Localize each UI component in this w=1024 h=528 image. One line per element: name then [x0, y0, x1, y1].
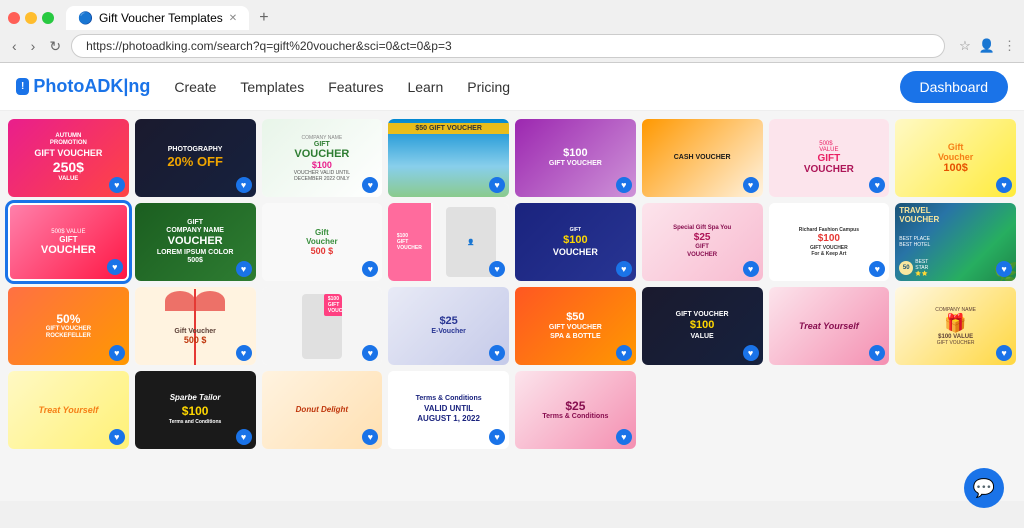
favorite-btn-6[interactable]: ♥ [743, 177, 759, 193]
address-bar-row: ‹ › ↻ https://photoadking.com/search?q=g… [0, 30, 1024, 62]
favorite-btn-gift-gold[interactable]: ♥ [996, 345, 1012, 361]
browser-toolbar-icons: ☆ 👤 ⋮ [959, 38, 1016, 54]
account-icon[interactable]: 👤 [979, 38, 995, 54]
voucher-card-14[interactable]: Special Gift Spa You$25GIFTVOUCHER ♥ [642, 203, 763, 281]
nav-features[interactable]: Features [328, 79, 383, 95]
favorite-btn-4[interactable]: ♥ [489, 177, 505, 193]
nav-create[interactable]: Create [174, 79, 216, 95]
favorite-btn-21[interactable]: ♥ [616, 345, 632, 361]
voucher-card-9[interactable]: 500$ VALUE GIFT VOUCHER ♥ [8, 203, 129, 281]
voucher-card-valid[interactable]: Terms & ConditionsVALID UNTILAUGUST 1, 2… [388, 371, 509, 449]
new-tab-button[interactable]: + [253, 9, 274, 27]
voucher-card-12[interactable]: $100GIFTVOUCHER 👤 ♥ [388, 203, 509, 281]
favorite-btn-8[interactable]: ♥ [996, 177, 1012, 193]
active-tab[interactable]: 🔵 Gift Voucher Templates ✕ [66, 6, 249, 30]
favorite-btn-10[interactable]: ♥ [236, 261, 252, 277]
favorite-btn-tailor[interactable]: ♥ [236, 429, 252, 445]
tab-close-icon[interactable]: ✕ [229, 13, 237, 24]
voucher-card-20[interactable]: $25E-Voucher ♥ [388, 287, 509, 365]
url-text: https://photoadking.com/search?q=gift%20… [86, 39, 452, 53]
voucher-card-18[interactable]: Gift Voucher 500 $ ♥ [135, 287, 256, 365]
favorite-btn-5[interactable]: ♥ [616, 177, 632, 193]
voucher-card-donut[interactable]: Donut Delight ♥ [262, 371, 383, 449]
nav-learn[interactable]: Learn [407, 79, 443, 95]
voucher-card-treat[interactable]: Treat Yourself ♥ [8, 371, 129, 449]
voucher-card-23[interactable]: Treat Yourself ♥ [769, 287, 890, 365]
favorite-btn-14[interactable]: ♥ [743, 261, 759, 277]
nav-pricing[interactable]: Pricing [467, 79, 510, 95]
favorite-btn-12[interactable]: ♥ [489, 261, 505, 277]
favorite-btn-1[interactable]: ♥ [109, 177, 125, 193]
favorite-btn-22[interactable]: ♥ [743, 345, 759, 361]
voucher-card-2[interactable]: PHOTOGRAPHY20% OFF ♥ [135, 119, 256, 197]
voucher-card-7[interactable]: 500$VALUE GIFT VOUCHER ♥ [769, 119, 890, 197]
voucher-card-6[interactable]: CASH VOUCHER ♥ [642, 119, 763, 197]
favorite-btn-valid[interactable]: ♥ [489, 429, 505, 445]
favorite-btn-25dollar[interactable]: ♥ [616, 429, 632, 445]
menu-icon[interactable]: ⋮ [1003, 38, 1016, 54]
voucher-card-travel[interactable]: TRAVELVOUCHER BEST PLACEBEST HOTEL 50 BE… [895, 203, 1016, 281]
nav-links: Create Templates Features Learn Pricing [174, 79, 510, 95]
tab-bar: 🔵 Gift Voucher Templates ✕ + [0, 0, 1024, 30]
logo-text: PhotoADK|ng [33, 76, 150, 97]
voucher-card-22[interactable]: GIFT VOUCHER$100VALUE ♥ [642, 287, 763, 365]
voucher-card-gift-gold[interactable]: COMPANY NAME 🎁 $100 VALUE GIFT VOUCHER ♥ [895, 287, 1016, 365]
bookmark-icon[interactable]: ☆ [959, 38, 971, 54]
window-controls [8, 12, 54, 24]
voucher-card-15[interactable]: Richard Fashion Campus$100GIFT VOUCHERFo… [769, 203, 890, 281]
main-content: AUTUMNPROMOTIONGIFT VOUCHER250$VALUE ♥ P… [0, 111, 1024, 501]
close-window-btn[interactable] [8, 12, 20, 24]
favorite-btn-18[interactable]: ♥ [236, 345, 252, 361]
voucher-card-5[interactable]: $100GIFT VOUCHER ♥ [515, 119, 636, 197]
reload-button[interactable]: ↻ [45, 36, 65, 57]
browser-chrome: 🔵 Gift Voucher Templates ✕ + ‹ › ↻ https… [0, 0, 1024, 63]
voucher-card-25dollar[interactable]: $25Terms & Conditions ♥ [515, 371, 636, 449]
voucher-card-17[interactable]: 50%GIFT VOUCHERROCKEFELLER ♥ [8, 287, 129, 365]
logo: ! PhotoADK|ng [16, 76, 150, 97]
chat-button[interactable]: 💬 [964, 468, 1004, 508]
favorite-btn-13[interactable]: ♥ [616, 261, 632, 277]
tab-favicon-icon: 🔵 [78, 11, 93, 25]
voucher-card-3[interactable]: COMPANY NAME GIFT VOUCHER $100 VOUCHER V… [262, 119, 383, 197]
voucher-card-11[interactable]: Gift Voucher 500 $ ♥ [262, 203, 383, 281]
tab-title: Gift Voucher Templates [99, 11, 223, 25]
logo-icon: ! [16, 78, 29, 95]
favorite-btn-17[interactable]: ♥ [109, 345, 125, 361]
voucher-card-tailor[interactable]: Sparbe Tailor$100Terms and Conditions ♥ [135, 371, 256, 449]
voucher-card-21[interactable]: $50GIFT VOUCHERSPA & BOTTLE ♥ [515, 287, 636, 365]
nav-templates[interactable]: Templates [240, 79, 304, 95]
minimize-window-btn[interactable] [25, 12, 37, 24]
favorite-btn-2[interactable]: ♥ [236, 177, 252, 193]
address-bar[interactable]: https://photoadking.com/search?q=gift%20… [71, 34, 945, 58]
favorite-btn-9[interactable]: ♥ [107, 259, 123, 275]
forward-button[interactable]: › [27, 36, 40, 56]
voucher-card-13[interactable]: GIFT$100VOUCHER ♥ [515, 203, 636, 281]
voucher-card-19[interactable]: $100GIFTVOUCHER ♥ [262, 287, 383, 365]
back-button[interactable]: ‹ [8, 36, 21, 56]
voucher-card-10[interactable]: GIFTCOMPANY NAMEVOUCHERLOREM IPSUM COLOR… [135, 203, 256, 281]
maximize-window-btn[interactable] [42, 12, 54, 24]
favorite-btn-20[interactable]: ♥ [489, 345, 505, 361]
app-navbar: ! PhotoADK|ng Create Templates Features … [0, 63, 1024, 111]
favorite-btn-treat[interactable]: ♥ [109, 429, 125, 445]
voucher-card-8[interactable]: Gift Voucher 100$ ♥ [895, 119, 1016, 197]
voucher-card-4[interactable]: $50 GIFT VOUCHER ♥ [388, 119, 509, 197]
favorite-btn-travel[interactable]: ♥ [996, 261, 1012, 277]
voucher-card-1[interactable]: AUTUMNPROMOTIONGIFT VOUCHER250$VALUE ♥ [8, 119, 129, 197]
dashboard-button[interactable]: Dashboard [900, 71, 1009, 103]
voucher-grid: AUTUMNPROMOTIONGIFT VOUCHER250$VALUE ♥ P… [8, 119, 1016, 449]
